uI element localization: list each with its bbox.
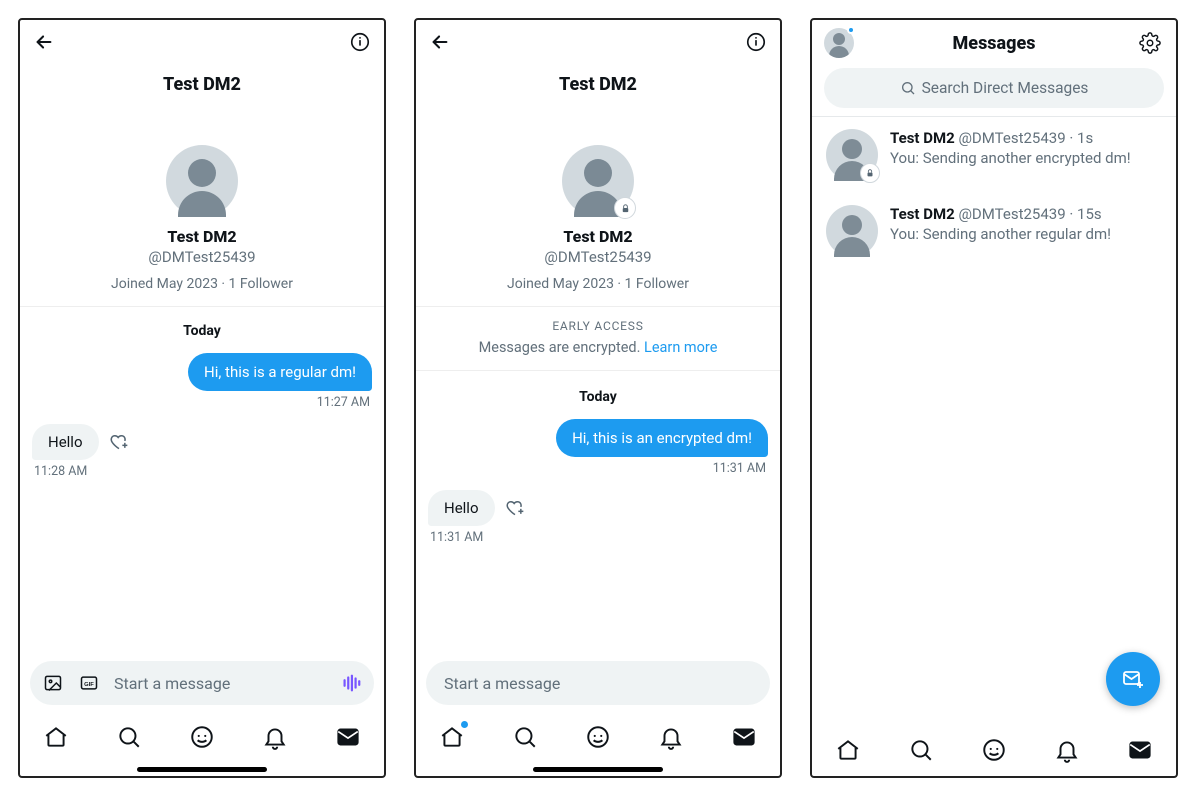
nav-search-icon[interactable]	[510, 722, 540, 752]
screen-messages-list: Messages Search Direct Messages Test DM2…	[810, 18, 1178, 778]
topbar	[20, 20, 384, 64]
avatar-icon	[826, 129, 878, 181]
conversation-preview: You: Sending another encrypted dm!	[890, 149, 1162, 167]
composer[interactable]: GIF Start a message	[30, 661, 374, 705]
nav-notifications-icon[interactable]	[260, 722, 290, 752]
composer-placeholder: Start a message	[114, 674, 326, 693]
conversation-handle: @DMTest25439	[958, 129, 1065, 147]
avatar-icon	[166, 145, 238, 217]
home-indicator[interactable]	[137, 767, 267, 772]
lock-icon	[860, 163, 880, 183]
search-input[interactable]: Search Direct Messages	[824, 68, 1164, 108]
message-list: Today Hi, this is an encrypted dm! 11:31…	[416, 373, 780, 653]
bottom-nav	[20, 711, 384, 763]
notification-dot	[461, 721, 468, 728]
banner-tag: EARLY ACCESS	[426, 319, 770, 333]
nav-notifications-icon[interactable]	[1052, 735, 1082, 765]
nav-home-icon[interactable]	[437, 722, 467, 752]
profile-name: Test DM2	[167, 227, 236, 246]
conversation-time: 1s	[1077, 129, 1093, 147]
profile-name: Test DM2	[563, 227, 632, 246]
nav-messages-icon[interactable]	[1125, 735, 1155, 765]
conversation-list: Test DM2 @DMTest25439 · 1s You: Sending …	[812, 117, 1176, 724]
home-indicator[interactable]	[533, 767, 663, 772]
nav-messages-icon[interactable]	[729, 722, 759, 752]
chat-title[interactable]: Test DM2	[20, 74, 384, 95]
banner-text: Messages are encrypted.	[479, 339, 644, 356]
nav-spaces-icon[interactable]	[583, 722, 613, 752]
nav-messages-icon[interactable]	[333, 722, 363, 752]
image-icon[interactable]	[42, 672, 64, 694]
incoming-timestamp: 11:31 AM	[430, 530, 768, 545]
svg-text:GIF: GIF	[84, 682, 94, 688]
info-icon[interactable]	[742, 28, 770, 56]
back-icon[interactable]	[30, 28, 58, 56]
avatar-icon	[826, 205, 878, 257]
bottom-nav	[416, 711, 780, 763]
notification-dot	[847, 26, 855, 34]
nav-notifications-icon[interactable]	[656, 722, 686, 752]
page-title: Messages	[953, 33, 1036, 54]
profile-block[interactable]: Test DM2 @DMTest25439 Joined May 2023 · …	[416, 145, 780, 307]
conversation-preview: You: Sending another regular dm!	[890, 225, 1162, 243]
profile-meta: Joined May 2023 · 1 Follower	[507, 276, 689, 292]
chat-title[interactable]: Test DM2	[416, 74, 780, 95]
message-list: Today Hi, this is a regular dm! 11:27 AM…	[20, 307, 384, 653]
info-icon[interactable]	[346, 28, 374, 56]
bottom-nav	[812, 724, 1176, 776]
profile-block[interactable]: Test DM2 @DMTest25439 Joined May 2023 · …	[20, 145, 384, 307]
day-separator: Today	[428, 389, 768, 405]
incoming-message[interactable]: Hello	[32, 424, 99, 460]
outgoing-message[interactable]: Hi, this is a regular dm!	[188, 353, 372, 391]
incoming-timestamp: 11:28 AM	[34, 464, 372, 479]
avatar-icon	[562, 145, 634, 217]
new-message-button[interactable]	[1106, 652, 1160, 706]
conversation-name: Test DM2	[890, 205, 955, 223]
lock-icon	[614, 197, 636, 219]
settings-gear-icon[interactable]	[1136, 29, 1164, 57]
profile-handle: @DMTest25439	[544, 248, 651, 266]
profile-handle: @DMTest25439	[148, 248, 255, 266]
learn-more-link[interactable]: Learn more	[644, 339, 717, 356]
conversation-row[interactable]: Test DM2 @DMTest25439 · 1s You: Sending …	[812, 117, 1176, 193]
conversation-time: 15s	[1077, 205, 1102, 223]
nav-search-icon[interactable]	[114, 722, 144, 752]
nav-home-icon[interactable]	[41, 722, 71, 752]
gif-icon[interactable]: GIF	[78, 672, 100, 694]
topbar	[416, 20, 780, 64]
day-separator: Today	[32, 323, 372, 339]
outgoing-message[interactable]: Hi, this is an encrypted dm!	[556, 419, 768, 457]
screen-regular-dm: Test DM2 Test DM2 @DMTest25439 Joined Ma…	[18, 18, 386, 778]
conversation-name: Test DM2	[890, 129, 955, 147]
nav-spaces-icon[interactable]	[979, 735, 1009, 765]
nav-search-icon[interactable]	[906, 735, 936, 765]
search-placeholder: Search Direct Messages	[922, 79, 1089, 97]
composer[interactable]: Start a message	[426, 661, 770, 705]
screen-encrypted-dm: Test DM2 Test DM2 @DMTest25439 Joined Ma…	[414, 18, 782, 778]
incoming-message[interactable]: Hello	[428, 490, 495, 526]
nav-home-icon[interactable]	[833, 735, 863, 765]
outgoing-timestamp: 11:31 AM	[428, 461, 766, 476]
back-icon[interactable]	[426, 28, 454, 56]
outgoing-timestamp: 11:27 AM	[32, 395, 370, 410]
conversation-handle: @DMTest25439	[958, 205, 1065, 223]
react-heart-icon[interactable]	[107, 430, 131, 454]
conversation-row[interactable]: Test DM2 @DMTest25439 · 15s You: Sending…	[812, 193, 1176, 269]
react-heart-icon[interactable]	[503, 496, 527, 520]
profile-meta: Joined May 2023 · 1 Follower	[111, 276, 293, 292]
nav-spaces-icon[interactable]	[187, 722, 217, 752]
voice-icon[interactable]	[340, 672, 362, 694]
topbar: Messages	[812, 20, 1176, 66]
composer-placeholder: Start a message	[444, 674, 758, 693]
encryption-banner: EARLY ACCESS Messages are encrypted. Lea…	[416, 307, 780, 371]
